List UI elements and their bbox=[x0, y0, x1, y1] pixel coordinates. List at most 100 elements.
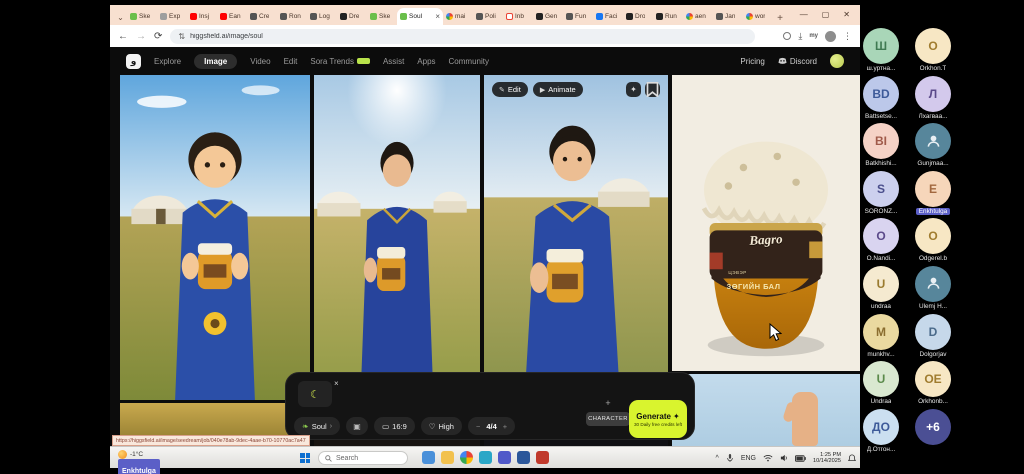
site-nav-item[interactable]: Edit bbox=[284, 57, 298, 66]
participant[interactable]: ДО Д.Отгон... bbox=[855, 409, 907, 457]
animate-button[interactable]: ▶ Animate bbox=[533, 82, 583, 97]
site-nav-item[interactable]: Video bbox=[250, 57, 270, 66]
site-info-icon[interactable]: ⇅ bbox=[178, 32, 185, 41]
account-avatar[interactable] bbox=[830, 54, 844, 68]
edit-button[interactable]: ✎ Edit bbox=[492, 82, 528, 97]
participant[interactable]: Ш ш.уртна... bbox=[855, 28, 907, 76]
wifi-icon[interactable] bbox=[763, 454, 773, 462]
download-icon[interactable]: ⤓ bbox=[798, 31, 802, 42]
participant[interactable]: O Orkhon.T bbox=[907, 28, 959, 76]
browser-tab[interactable]: Fun bbox=[563, 8, 593, 25]
browser-tab[interactable]: Ean bbox=[217, 8, 247, 25]
browser-tab[interactable]: Dro bbox=[623, 8, 653, 25]
higgsfield-logo[interactable]: ﻭ bbox=[126, 54, 141, 69]
browser-menu-icon[interactable]: ⋮ bbox=[843, 31, 852, 42]
browser-tab[interactable]: Ske bbox=[367, 8, 397, 25]
participant[interactable]: Ulemj H... bbox=[907, 266, 959, 314]
browser-tab[interactable]: Ron bbox=[277, 8, 307, 25]
result-image-photo-close[interactable]: ✎ Edit ▶ Animate ✦ bbox=[484, 75, 668, 400]
forward-icon[interactable]: → bbox=[136, 31, 146, 42]
pinned-extension-icon[interactable]: my bbox=[809, 33, 818, 39]
enhance-button[interactable]: ✦ bbox=[626, 82, 641, 97]
taskbar-app-photos[interactable] bbox=[422, 451, 435, 464]
aspect-ratio-selector[interactable]: ▭ 16:9 bbox=[374, 417, 415, 435]
participant[interactable]: U undraa bbox=[855, 266, 907, 314]
participant[interactable]: Gunjmaa... bbox=[907, 123, 959, 171]
window-maximize-icon[interactable]: ▢ bbox=[822, 10, 830, 19]
model-selector[interactable]: ❧ Soul › bbox=[294, 417, 340, 435]
browser-tab[interactable]: Run bbox=[653, 8, 683, 25]
browser-tab[interactable]: Soul × bbox=[397, 8, 443, 25]
browser-tab[interactable]: Exp bbox=[157, 8, 187, 25]
site-nav-item[interactable]: Assist bbox=[383, 57, 404, 66]
tray-chevron-icon[interactable]: ^ bbox=[716, 455, 719, 462]
browser-tab[interactable]: Faci bbox=[593, 8, 623, 25]
window-close-icon[interactable]: ✕ bbox=[843, 10, 850, 19]
participant[interactable]: BI Batkhishi... bbox=[855, 123, 907, 171]
notification-bell-icon[interactable] bbox=[848, 454, 856, 463]
start-button[interactable] bbox=[300, 453, 310, 463]
browser-tab[interactable]: Cre bbox=[247, 8, 277, 25]
browser-tab[interactable]: Jan bbox=[713, 8, 743, 25]
quality-selector[interactable]: ♡ High bbox=[421, 417, 462, 435]
reference-image-tile[interactable]: ☾ bbox=[298, 381, 332, 407]
participant[interactable]: U Undraa bbox=[855, 361, 907, 409]
browser-tab[interactable]: aen bbox=[683, 8, 713, 25]
participant[interactable]: E Enkhtulga bbox=[907, 171, 959, 219]
participant[interactable]: S SORONZ... bbox=[855, 171, 907, 219]
site-nav-item[interactable]: Apps bbox=[417, 57, 435, 66]
taskbar-app-teams[interactable] bbox=[498, 451, 511, 464]
browser-tab[interactable]: mai bbox=[443, 8, 473, 25]
back-icon[interactable]: ← bbox=[118, 31, 128, 42]
site-nav-item[interactable]: Sora Trends bbox=[310, 57, 370, 66]
frame-button[interactable]: ▣ bbox=[346, 417, 368, 435]
taskbar-app-edge[interactable] bbox=[479, 451, 492, 464]
browser-profile-avatar[interactable] bbox=[825, 31, 836, 42]
taskbar-search[interactable]: Search bbox=[318, 451, 408, 465]
result-image-photo-wide[interactable] bbox=[314, 75, 480, 400]
participant[interactable]: D Dolgorjav bbox=[907, 314, 959, 362]
participant[interactable]: +6 bbox=[907, 409, 959, 457]
participant[interactable]: OE Orkhonb... bbox=[907, 361, 959, 409]
participant[interactable]: BD Battsetse... bbox=[855, 76, 907, 124]
weather-widget[interactable]: -1°C bbox=[118, 450, 143, 459]
extension-icon[interactable] bbox=[783, 32, 791, 40]
speaker-icon[interactable] bbox=[780, 454, 788, 462]
browser-tab[interactable]: Log bbox=[307, 8, 337, 25]
reload-icon[interactable]: ⟳ bbox=[154, 31, 162, 42]
bookmark-button[interactable] bbox=[645, 82, 660, 97]
battery-icon[interactable] bbox=[795, 455, 806, 462]
generate-button[interactable]: Generate ✦ 30 Daily free credits left bbox=[629, 400, 687, 438]
image-count-stepper[interactable]: − 4/4 + bbox=[468, 417, 515, 435]
browser-tab[interactable]: Inb bbox=[503, 8, 533, 25]
tab-search-chevron-icon[interactable]: ⌄ bbox=[114, 10, 127, 25]
site-nav-item[interactable]: Image bbox=[194, 54, 237, 69]
taskbar-clock[interactable]: 1:25 PM 10/14/2025 bbox=[813, 452, 841, 465]
site-nav-item[interactable]: Community bbox=[449, 57, 489, 66]
participant[interactable]: M munkhv... bbox=[855, 314, 907, 362]
browser-tab[interactable]: Gen bbox=[533, 8, 563, 25]
result-image-cartoon[interactable] bbox=[120, 75, 310, 400]
thumbnail-hand[interactable] bbox=[672, 374, 860, 446]
tab-close-icon[interactable]: × bbox=[435, 14, 440, 20]
plus-icon[interactable]: + bbox=[503, 422, 507, 431]
result-image-product-jar[interactable]: Bagro ЦЭВЭР ЗӨГИЙН БАЛ bbox=[672, 75, 860, 371]
browser-tab[interactable]: Poli bbox=[473, 8, 503, 25]
taskbar-app-snip[interactable] bbox=[536, 451, 549, 464]
discord-link[interactable]: Discord bbox=[778, 57, 817, 66]
browser-tab[interactable]: Dre bbox=[337, 8, 367, 25]
site-nav-item[interactable]: Explore bbox=[154, 57, 181, 66]
browser-tab[interactable]: wor bbox=[743, 8, 773, 25]
taskbar-app-chrome[interactable] bbox=[460, 451, 473, 464]
browser-tab[interactable]: Insj bbox=[187, 8, 217, 25]
new-tab-button[interactable]: + bbox=[773, 11, 787, 25]
tile-close-icon[interactable]: × bbox=[334, 379, 339, 388]
participant[interactable]: O O.Nandi... bbox=[855, 218, 907, 266]
microphone-icon[interactable] bbox=[726, 453, 734, 463]
window-minimize-icon[interactable]: — bbox=[800, 10, 808, 19]
address-bar[interactable]: ⇅ higgsfield.ai/image/soul bbox=[170, 29, 755, 44]
taskbar-app-explorer[interactable] bbox=[441, 451, 454, 464]
browser-tab[interactable]: Ske bbox=[127, 8, 157, 25]
participant[interactable]: Л Лхагваа... bbox=[907, 76, 959, 124]
add-character-button[interactable]: + CHARACTER bbox=[586, 399, 630, 426]
